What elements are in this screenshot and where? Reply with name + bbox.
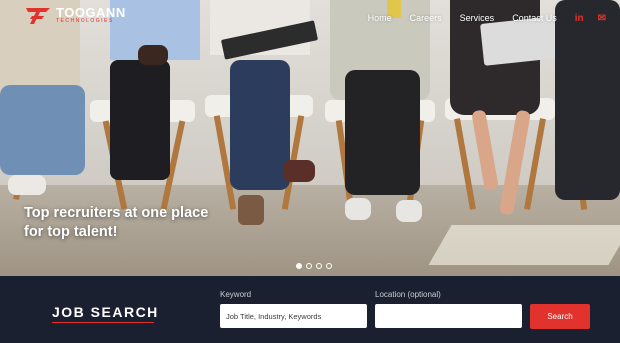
title-underline bbox=[52, 322, 154, 323]
hero-banner: TOOGANN TECHNOLOGIES Home Careers Servic… bbox=[0, 0, 620, 276]
person-4-shoe bbox=[396, 200, 422, 222]
slider-dot-4[interactable] bbox=[326, 263, 332, 269]
nav-careers[interactable]: Careers bbox=[410, 13, 442, 23]
nav-services[interactable]: Services bbox=[460, 13, 495, 23]
brand-logo[interactable]: TOOGANN TECHNOLOGIES bbox=[24, 6, 126, 26]
person-4-pants bbox=[345, 70, 420, 195]
person-3-shoe bbox=[283, 160, 315, 182]
location-label: Location (optional) bbox=[375, 290, 441, 299]
location-input[interactable] bbox=[375, 304, 522, 328]
slider-dot-3[interactable] bbox=[316, 263, 322, 269]
keyword-label: Keyword bbox=[220, 290, 252, 299]
keyword-input[interactable] bbox=[220, 304, 367, 328]
logo-mark-icon bbox=[24, 6, 52, 26]
nav-contact-us[interactable]: Contact Us bbox=[512, 13, 557, 23]
person-2-pants bbox=[110, 60, 170, 180]
search-button[interactable]: Search bbox=[530, 304, 590, 329]
slider-dot-1[interactable] bbox=[296, 263, 302, 269]
person-1-shoe bbox=[8, 175, 46, 195]
job-search-title: JOB SEARCH bbox=[52, 304, 159, 320]
person-2-hands bbox=[138, 45, 168, 65]
person-4-shoe bbox=[345, 198, 371, 220]
slider-dot-2[interactable] bbox=[306, 263, 312, 269]
person-3-shoe bbox=[238, 195, 264, 225]
main-nav: Home Careers Services Contact Us in ✉ bbox=[368, 8, 620, 28]
nav-home[interactable]: Home bbox=[368, 13, 392, 23]
hero-headline: Top recruiters at one place for top tale… bbox=[24, 205, 209, 240]
person-6 bbox=[555, 0, 620, 200]
person-3-jeans bbox=[230, 60, 290, 190]
mail-icon[interactable]: ✉ bbox=[598, 13, 606, 24]
linkedin-icon[interactable]: in bbox=[575, 13, 584, 24]
sunlight-patch bbox=[428, 225, 620, 265]
person-1-jeans bbox=[0, 85, 85, 175]
slider-dots bbox=[296, 263, 336, 269]
